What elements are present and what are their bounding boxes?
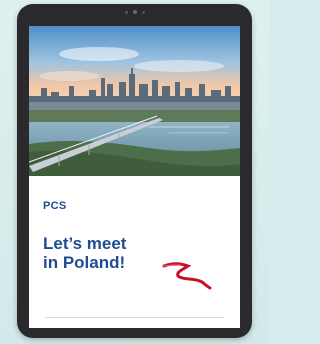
city-skyline-image	[29, 26, 240, 176]
sensor-dot	[124, 10, 128, 14]
brand-logo-text: PCS	[43, 200, 67, 212]
camera-bar	[124, 10, 145, 14]
camera-icon	[132, 10, 137, 14]
hero-image	[29, 26, 240, 176]
sensor-dot	[141, 10, 145, 14]
tablet-device: PCS Let’s meet in Poland!	[17, 4, 252, 338]
tablet-screen: PCS Let’s meet in Poland!	[29, 26, 240, 328]
page-background: PCS Let’s meet in Poland!	[0, 0, 269, 344]
headline-line-1: Let’s meet	[43, 234, 127, 253]
ribbon-icon	[162, 262, 212, 290]
content-area: PCS Let’s meet in Poland!	[29, 200, 240, 290]
footer-divider	[45, 317, 224, 318]
